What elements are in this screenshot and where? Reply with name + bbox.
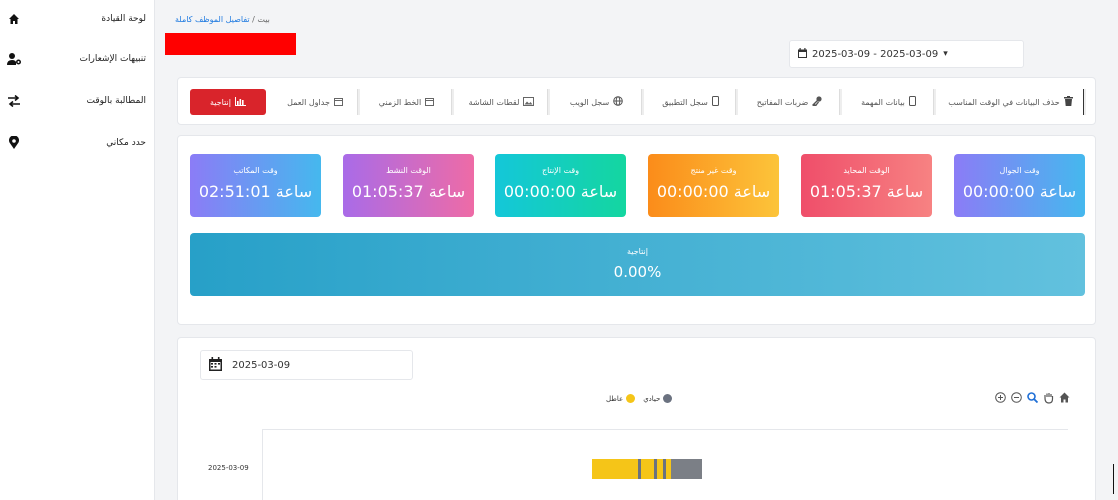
home-icon (6, 11, 22, 27)
stat-unproductive-time: وقت غير منتج 00:00:00 ساعة (648, 154, 779, 217)
divider (1113, 464, 1114, 494)
tab-keystrokes[interactable]: ضربات المفاتيح (740, 89, 840, 115)
timeline-date-input[interactable]: 2025-03-09 (200, 350, 413, 380)
stat-value: 00:00:00 ساعة (503, 182, 618, 201)
calendar-icon (333, 97, 343, 108)
timeline-bar-neutral[interactable] (671, 459, 702, 479)
stat-office-time: وقت المكاتب 02:51:01 ساعة (190, 154, 321, 217)
tab-productivity[interactable]: إنتاجية (190, 89, 266, 115)
main-content: بيت / تفاصيل الموظف كاملة 2025-03-09 - 2… (165, 0, 1105, 500)
tab-app-log[interactable]: سجل التطبيق (646, 89, 736, 115)
stats-card: وقت المكاتب 02:51:01 ساعة الوقت النشط 01… (177, 135, 1096, 325)
tab-timeline[interactable]: الخط الزمني (362, 89, 452, 115)
zoom-in-icon[interactable] (994, 391, 1007, 404)
stat-value: 00:00:00 ساعة (962, 182, 1077, 201)
tab-label: حذف البيانات في الوقت المناسب (948, 97, 1060, 107)
calendar-icon (425, 97, 435, 108)
calendar-icon (209, 356, 222, 374)
productivity-title: إنتاجية (627, 247, 648, 256)
tab-label: جداول العمل (287, 97, 330, 107)
tab-web-log[interactable]: سجل الويب (552, 89, 642, 115)
tab-delete-data[interactable]: حذف البيانات في الوقت المناسب (938, 89, 1084, 115)
tab-label: ضربات المفاتيح (756, 97, 809, 107)
stat-value: 01:05:37 ساعة (351, 182, 466, 201)
timeline-card: 2025-03-09 عاطل حيادي 2025-03-09 (177, 337, 1096, 500)
magnifier-icon[interactable] (1026, 391, 1039, 404)
exchange-icon (6, 93, 22, 109)
sidebar-item-label: المطالبة بالوقت (86, 96, 147, 106)
tab-label: بيانات المهمة (861, 97, 905, 107)
legend-item-idle[interactable]: عاطل (606, 394, 636, 403)
chart-toolbar (994, 391, 1071, 404)
zoom-out-icon[interactable] (1010, 391, 1023, 404)
stat-productive-time: وقت الإنتاج 00:00:00 ساعة (495, 154, 626, 217)
tab-label: إنتاجية (210, 97, 231, 107)
timeline-bar-idle[interactable] (592, 459, 638, 479)
home-icon[interactable] (1058, 391, 1071, 404)
sidebar-item-notifications[interactable]: تنبيهات الإشعارات (6, 48, 146, 70)
tab-work-schedules[interactable]: جداول العمل (273, 89, 358, 115)
breadcrumb-current[interactable]: تفاصيل الموظف كاملة (175, 15, 250, 24)
chevron-down-icon: ▾ (943, 49, 948, 59)
timeline-legend: عاطل حيادي (606, 394, 673, 403)
stat-neutral-time: الوقت المحايد 01:05:37 ساعة (801, 154, 932, 217)
map-pin-icon (6, 135, 22, 151)
breadcrumb-home[interactable]: بيت (257, 15, 270, 24)
tab-label: سجل التطبيق (662, 97, 708, 107)
image-icon (523, 96, 535, 108)
stat-value: 00:00:00 ساعة (656, 182, 771, 201)
date-range-value: 2025-03-09 - 2025-03-09 (812, 48, 939, 60)
legend-label: عاطل (606, 394, 624, 403)
sidebar-item-time-claim[interactable]: المطالبة بالوقت (6, 90, 146, 112)
legend-dot-idle (626, 394, 636, 403)
tab-screenshots[interactable]: لقطات الشاشة (456, 89, 548, 115)
tab-label: لقطات الشاشة (468, 97, 520, 107)
stat-title: الوقت المحايد (843, 166, 890, 175)
stat-title: وقت الإنتاج (541, 166, 580, 175)
tabs-card: إنتاجية جداول العمل الخط الزمني لقطات ال… (177, 77, 1096, 125)
timeline-date-value: 2025-03-09 (232, 359, 291, 371)
tab-task-data[interactable]: بيانات المهمة (844, 89, 934, 115)
sidebar-item-locate[interactable]: حدد مكاني (6, 132, 146, 154)
key-icon (812, 96, 822, 108)
mobile-icon (711, 96, 719, 108)
sidebar: لوحة القيادة تنبيهات الإشعارات المطالبة … (0, 0, 155, 500)
calendar-icon (798, 47, 807, 61)
user-gear-icon (6, 51, 22, 67)
productivity-value: 0.00% (613, 263, 662, 281)
stat-title: وقت غير منتج (690, 166, 737, 175)
productivity-summary: إنتاجية 0.00% (190, 233, 1085, 296)
timeline-bar-idle[interactable] (641, 459, 654, 479)
pan-hand-icon[interactable] (1042, 391, 1055, 404)
stat-title: وقت المكاتب (233, 166, 278, 175)
legend-item-neutral[interactable]: حيادي (643, 394, 673, 403)
sidebar-item-dashboard[interactable]: لوحة القيادة (6, 8, 146, 30)
tab-label: الخط الزمني (378, 97, 422, 107)
breadcrumb: بيت / تفاصيل الموظف كاملة (175, 15, 270, 24)
sidebar-item-label: حدد مكاني (106, 138, 146, 148)
globe-icon (613, 96, 623, 108)
date-range-picker[interactable]: 2025-03-09 - 2025-03-09 ▾ (789, 40, 1024, 68)
legend-label: حيادي (643, 394, 661, 403)
timeline-row-label: 2025-03-09 (208, 464, 249, 472)
stat-mobile-time: وقت الجوال 00:00:00 ساعة (954, 154, 1085, 217)
legend-dot-neutral (663, 394, 673, 403)
redacted-block (165, 33, 296, 55)
trash-icon (1063, 96, 1073, 108)
stat-title: الوقت النشط (386, 166, 431, 175)
stat-title: وقت الجوال (999, 166, 1040, 175)
mobile-icon (908, 96, 916, 108)
breadcrumb-separator: / (252, 15, 255, 24)
chart-icon (234, 96, 246, 108)
stat-active-time: الوقت النشط 01:05:37 ساعة (343, 154, 474, 217)
tab-label: سجل الويب (569, 97, 610, 107)
stat-value: 01:05:37 ساعة (809, 182, 924, 201)
stat-value: 02:51:01 ساعة (198, 182, 313, 201)
sidebar-item-label: تنبيهات الإشعارات (79, 54, 146, 64)
sidebar-item-label: لوحة القيادة (101, 14, 146, 24)
